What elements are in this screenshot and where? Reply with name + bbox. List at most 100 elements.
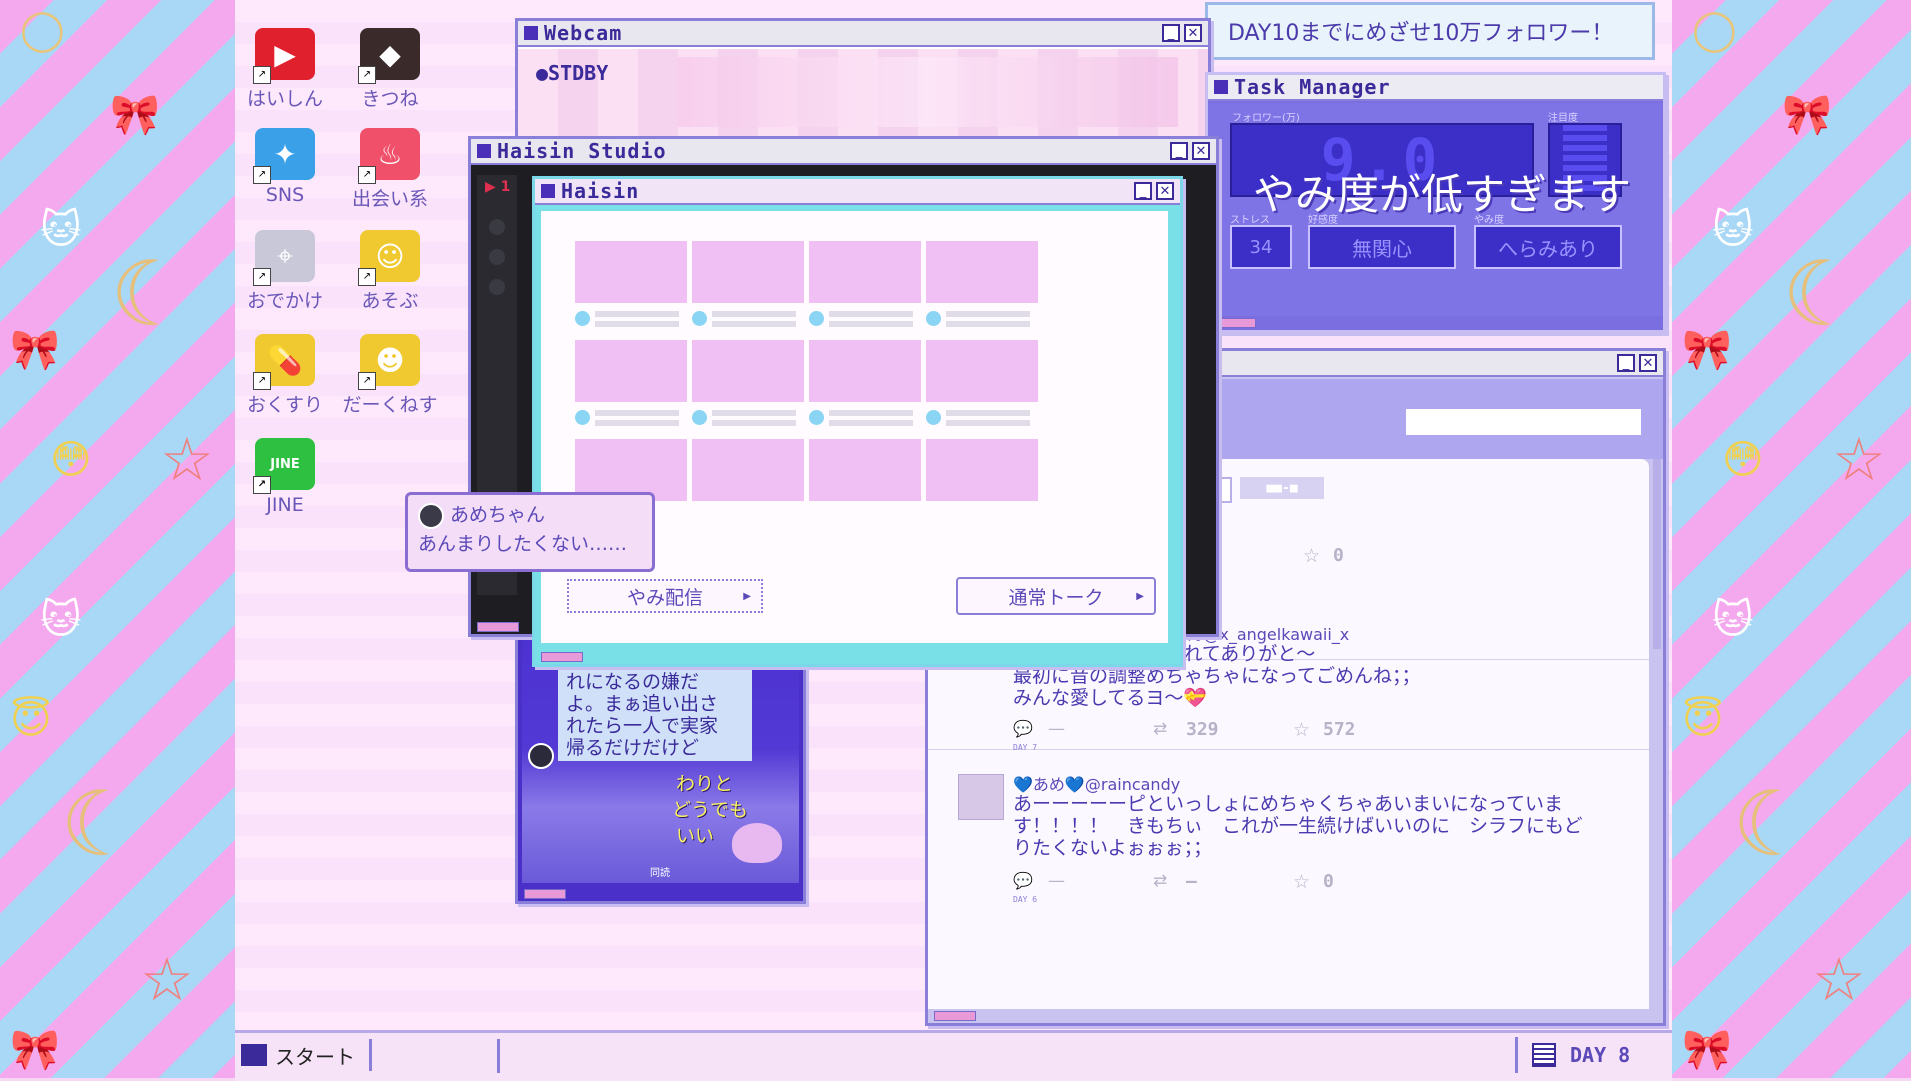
yami-stream-label: やみ配信: [626, 586, 703, 609]
desktop-icon-pill-folder[interactable]: 💊 ↗ おくすり: [235, 334, 335, 417]
reply-count: —: [1048, 871, 1065, 891]
reply-icon[interactable]: 💬: [1013, 871, 1033, 890]
window-title: Webcam: [544, 21, 623, 45]
search-field[interactable]: [1406, 409, 1641, 435]
resize-handle[interactable]: [524, 889, 566, 899]
minimize-button[interactable]: _: [1162, 24, 1180, 42]
desktop-icon-devil-folder[interactable]: ☻ ↗ だーくねす: [340, 334, 440, 417]
start-icon: [241, 1044, 267, 1066]
start-button[interactable]: スタート: [241, 1039, 372, 1071]
star-icon: ☆: [140, 945, 194, 1015]
webcam-view: ●STDBY: [518, 49, 1208, 141]
desktop-icon-video-stream[interactable]: ▶ ↗ はいしん: [235, 28, 335, 111]
desktop-icon-map-pin[interactable]: ⌖ ↗ おでかけ: [235, 230, 335, 313]
resize-handle[interactable]: [477, 622, 519, 632]
stress-value-box: 34: [1230, 225, 1292, 269]
post-day: DAY 7: [1013, 743, 1038, 752]
close-button[interactable]: ✕: [1184, 24, 1202, 42]
desktop-icon-smiley-folder[interactable]: ☺ ↗ あそぶ: [340, 230, 440, 313]
like-icon[interactable]: ☆: [1293, 871, 1310, 893]
shortcut-arrow-icon: ↗: [253, 166, 271, 184]
stream-thumbnail[interactable]: [575, 340, 687, 402]
retweet-icon[interactable]: ⇄: [1153, 719, 1167, 739]
stream-thumbnail[interactable]: [692, 241, 804, 303]
stream-thumbnail[interactable]: [809, 340, 921, 402]
shortcut-arrow-icon: ↗: [253, 372, 271, 390]
subtitle-box: れになるの嫌だ よ。まぁ追い出さ れたら一人で実家 帰るだけだけど: [558, 669, 752, 761]
like-count: 0: [1333, 545, 1344, 566]
moon-icon: ☾: [60, 772, 141, 877]
close-button[interactable]: ✕: [1156, 182, 1174, 200]
search-button-label: ■■-■: [1266, 480, 1298, 496]
channel-avatar: [809, 410, 824, 425]
desktop-icon-label: おくすり: [246, 394, 323, 416]
start-label: スタート: [275, 1044, 355, 1069]
reply-count: —: [1048, 719, 1065, 739]
like-count: 572: [1323, 719, 1356, 740]
retweet-icon[interactable]: ⇄: [1153, 871, 1167, 891]
star-icon: ☆: [1812, 945, 1866, 1015]
arrow-right-icon: ▶: [1136, 590, 1144, 602]
emoji-face-icon: 😳: [1722, 437, 1764, 483]
thumbnail-placeholder-text: [946, 311, 1030, 317]
smiley-folder-icon: ☺ ↗: [358, 230, 420, 286]
shortcut-arrow-icon: ↗: [253, 66, 271, 84]
normal-talk-button[interactable]: 通常トーク ▶: [956, 577, 1156, 615]
stream-thumbnail[interactable]: [926, 241, 1038, 303]
stream-thumbnail[interactable]: [692, 439, 804, 501]
post-author-name[interactable]: 💙あめ💙: [1013, 775, 1085, 794]
close-button[interactable]: ✕: [1192, 142, 1210, 160]
stream-thumbnail[interactable]: [809, 241, 921, 303]
thumbnail-placeholder-text: [712, 311, 796, 317]
search-button[interactable]: ■■-■: [1240, 477, 1324, 499]
retweet-count: —: [1186, 871, 1197, 892]
minimize-button[interactable]: _: [1134, 182, 1152, 200]
minimize-button[interactable]: _: [1617, 354, 1635, 372]
desktop-icon-label: きつね: [361, 88, 419, 110]
stream-thumbnail[interactable]: [926, 439, 1038, 501]
post-avatar[interactable]: [958, 774, 1004, 820]
day-indicator: DAY 8: [1515, 1037, 1668, 1073]
resize-handle[interactable]: [1214, 318, 1256, 328]
haisin-window[interactable]: Haisin _ ✕ やみ配信 ▶ 通常トーク ▶: [532, 176, 1183, 667]
webcam-window[interactable]: Webcam _ ✕ ●STDBY: [515, 18, 1211, 144]
ring-icon: ◯: [1692, 7, 1737, 53]
resize-handle[interactable]: [934, 1011, 976, 1021]
stream-thumbnail[interactable]: [926, 340, 1038, 402]
resize-handle[interactable]: [541, 652, 583, 662]
desktop-icon-chat-app[interactable]: JINE ↗ JINE: [235, 438, 335, 516]
sns-post[interactable]: 💙あめ💙@raincandy あーーーーーピといっしょにめちゃくちゃあいまいになっ…: [928, 759, 1649, 904]
post-handle[interactable]: @x_angelkawaii_x: [1203, 625, 1349, 644]
desktop-icon-fox[interactable]: ◆ ↗ きつね: [340, 28, 440, 111]
post-handle[interactable]: @raincandy: [1085, 775, 1180, 794]
goal-banner-text: DAY10までにめざせ10万フォロワー！: [1228, 21, 1614, 46]
window-title: Haisin Studio: [497, 139, 667, 163]
channel-avatar: [926, 311, 941, 326]
close-button[interactable]: ✕: [1639, 354, 1657, 372]
like-icon[interactable]: ☆: [1293, 719, 1310, 741]
desktop-icon-bird[interactable]: ✦ ↗ SNS: [235, 128, 335, 206]
stream-thumbnail[interactable]: [575, 241, 687, 303]
channel-avatar: [575, 410, 590, 425]
standby-status: ●STDBY: [536, 61, 609, 85]
task-manager-window[interactable]: Task Manager フォロワー(万) 9.0 注目度 やみ度が低すぎます …: [1205, 72, 1666, 333]
yami-stream-button[interactable]: やみ配信 ▶: [567, 579, 763, 613]
day-label: DAY 8: [1570, 1043, 1631, 1067]
thumbnail-placeholder-text: [595, 410, 679, 416]
scrollbar[interactable]: [1653, 459, 1661, 649]
goal-banner: DAY10までにめざせ10万フォロワー！: [1205, 2, 1655, 60]
stream-thumbnail[interactable]: [692, 340, 804, 402]
minimize-button[interactable]: _: [1170, 142, 1188, 160]
studio-dot: [489, 219, 505, 235]
like-icon[interactable]: ☆: [1303, 545, 1320, 567]
channel-avatar: [809, 311, 824, 326]
reply-icon[interactable]: 💬: [1013, 719, 1033, 738]
cat-face-icon: 🐱: [40, 597, 82, 643]
desktop-icon-flame-app[interactable]: ♨ ↗ 出会い系: [340, 128, 440, 211]
star-icon: ☆: [160, 425, 214, 495]
stream-thumbnail[interactable]: [809, 439, 921, 501]
map-pin-icon: ⌖ ↗: [253, 230, 315, 286]
yami-value: へらみあり: [1498, 236, 1598, 261]
bow-icon: 🎀: [10, 327, 60, 373]
caption-line: わりと: [676, 773, 734, 795]
